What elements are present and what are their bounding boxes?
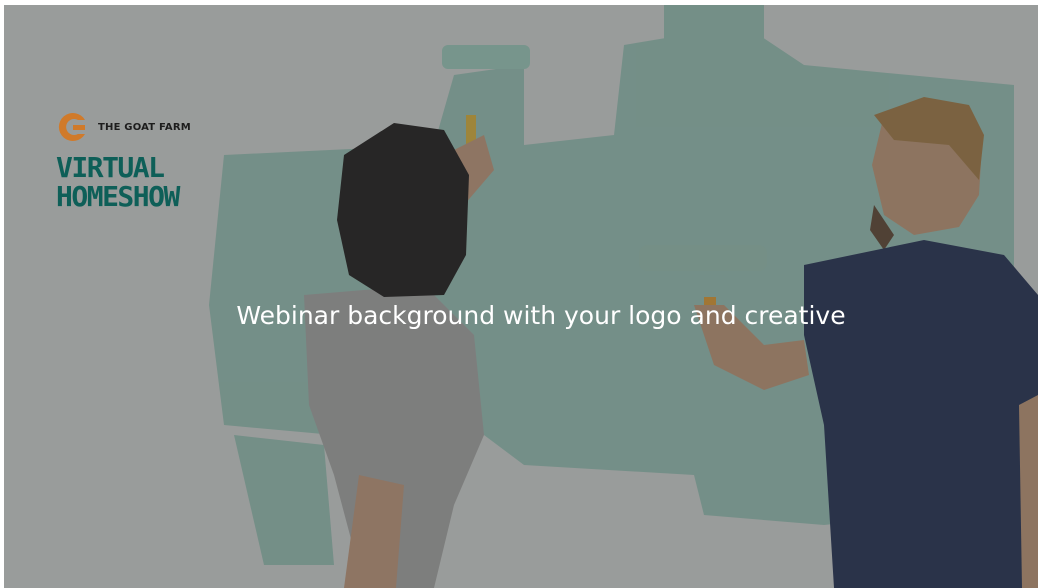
- dim-overlay: [4, 5, 1038, 588]
- caption-text: Webinar background with your logo and cr…: [236, 301, 846, 330]
- caption-container: Webinar background with your logo and cr…: [4, 301, 1038, 330]
- slide-frame: THE GOAT FARM VIRTUAL HOMESHOW Webinar b…: [4, 5, 1038, 588]
- g-logo-icon: [58, 113, 85, 141]
- headline: VIRTUAL HOMESHOW: [56, 153, 191, 211]
- brand-logo: THE GOAT FARM VIRTUAL HOMESHOW: [56, 110, 191, 211]
- brand-row: THE GOAT FARM: [56, 110, 191, 144]
- headline-line-1: VIRTUAL: [56, 151, 165, 184]
- brand-name: THE GOAT FARM: [98, 121, 191, 133]
- headline-line-2: HOMESHOW: [56, 180, 180, 213]
